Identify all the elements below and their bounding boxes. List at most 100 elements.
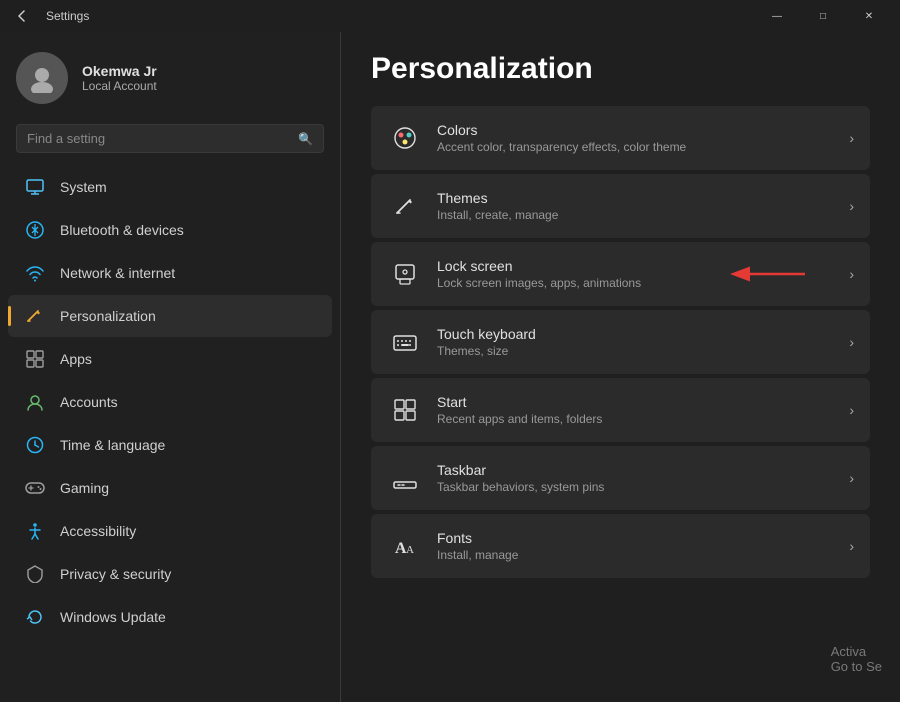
- settings-item-colors-left: Colors Accent color, transparency effect…: [387, 120, 686, 156]
- settings-item-touch-keyboard[interactable]: Touch keyboard Themes, size ›: [371, 310, 870, 374]
- settings-item-themes-text: Themes Install, create, manage: [437, 190, 558, 222]
- search-icon: 🔍: [298, 132, 313, 146]
- sidebar-item-time-label: Time & language: [60, 437, 165, 453]
- touch-keyboard-icon: [387, 324, 423, 360]
- apps-icon: [24, 348, 46, 370]
- lock-screen-title: Lock screen: [437, 258, 641, 274]
- sidebar-item-privacy-label: Privacy & security: [60, 566, 171, 582]
- taskbar-desc: Taskbar behaviors, system pins: [437, 480, 604, 494]
- avatar: [16, 52, 68, 104]
- settings-item-touch-keyboard-left: Touch keyboard Themes, size: [387, 324, 536, 360]
- start-desc: Recent apps and items, folders: [437, 412, 602, 426]
- sidebar-item-accessibility-label: Accessibility: [60, 523, 136, 539]
- red-arrow-annotation: [720, 257, 810, 291]
- sidebar-item-system[interactable]: System: [8, 166, 332, 208]
- personalization-icon: [24, 305, 46, 327]
- themes-desc: Install, create, manage: [437, 208, 558, 222]
- sidebar-item-personalization[interactable]: Personalization: [8, 295, 332, 337]
- settings-item-fonts-left: A A Fonts Install, manage: [387, 528, 518, 564]
- maximize-button[interactable]: □: [800, 0, 846, 32]
- sidebar-item-apps[interactable]: Apps: [8, 338, 332, 380]
- colors-title: Colors: [437, 122, 686, 138]
- app-body: Okemwa Jr Local Account 🔍 System: [0, 32, 900, 702]
- sidebar-item-windows-update[interactable]: Windows Update: [8, 596, 332, 638]
- touch-keyboard-desc: Themes, size: [437, 344, 536, 358]
- settings-item-lock-screen-left: Lock screen Lock screen images, apps, an…: [387, 256, 641, 292]
- themes-chevron: ›: [849, 198, 854, 214]
- system-icon: [24, 176, 46, 198]
- colors-chevron: ›: [849, 130, 854, 146]
- taskbar-icon: [387, 460, 423, 496]
- windows-update-icon: [24, 606, 46, 628]
- sidebar-item-bluetooth[interactable]: Bluetooth & devices: [8, 209, 332, 251]
- touch-keyboard-title: Touch keyboard: [437, 326, 536, 342]
- colors-desc: Accent color, transparency effects, colo…: [437, 140, 686, 154]
- settings-item-taskbar-left: Taskbar Taskbar behaviors, system pins: [387, 460, 604, 496]
- bluetooth-icon: [24, 219, 46, 241]
- lock-screen-icon: [387, 256, 423, 292]
- time-icon: [24, 434, 46, 456]
- user-name: Okemwa Jr: [82, 63, 157, 79]
- taskbar-chevron: ›: [849, 470, 854, 486]
- themes-title: Themes: [437, 190, 558, 206]
- user-section: Okemwa Jr Local Account: [0, 32, 340, 120]
- start-icon: [387, 392, 423, 428]
- sidebar-item-gaming[interactable]: Gaming: [8, 467, 332, 509]
- touch-keyboard-chevron: ›: [849, 334, 854, 350]
- sidebar-item-bluetooth-label: Bluetooth & devices: [60, 222, 184, 238]
- sidebar-item-personalization-label: Personalization: [60, 308, 156, 324]
- settings-item-themes-left: Themes Install, create, manage: [387, 188, 558, 224]
- lock-screen-chevron: ›: [849, 266, 854, 282]
- content-area: Personalization Colors Acce: [341, 32, 900, 702]
- network-icon: [24, 262, 46, 284]
- settings-item-start-left: Start Recent apps and items, folders: [387, 392, 602, 428]
- settings-item-fonts-text: Fonts Install, manage: [437, 530, 518, 562]
- user-info: Okemwa Jr Local Account: [82, 63, 157, 93]
- sidebar-item-network[interactable]: Network & internet: [8, 252, 332, 294]
- sidebar-item-system-label: System: [60, 179, 107, 195]
- colors-icon: [387, 120, 423, 156]
- minimize-button[interactable]: —: [754, 0, 800, 32]
- svg-text:A: A: [406, 544, 414, 556]
- settings-item-start-text: Start Recent apps and items, folders: [437, 394, 602, 426]
- user-role: Local Account: [82, 79, 157, 93]
- gaming-icon: [24, 477, 46, 499]
- sidebar-nav: System Bluetooth & devices: [0, 165, 340, 639]
- sidebar-item-accounts-label: Accounts: [60, 394, 118, 410]
- settings-item-colors[interactable]: Colors Accent color, transparency effect…: [371, 106, 870, 170]
- fonts-chevron: ›: [849, 538, 854, 554]
- watermark: Activa Go to Se: [831, 644, 882, 674]
- lock-screen-desc: Lock screen images, apps, animations: [437, 276, 641, 290]
- settings-item-themes[interactable]: Themes Install, create, manage ›: [371, 174, 870, 238]
- sidebar-item-privacy[interactable]: Privacy & security: [8, 553, 332, 595]
- app-title: Settings: [46, 9, 89, 23]
- settings-item-taskbar[interactable]: Taskbar Taskbar behaviors, system pins ›: [371, 446, 870, 510]
- settings-item-fonts[interactable]: A A Fonts Install, manage ›: [371, 514, 870, 578]
- back-button[interactable]: [8, 2, 36, 30]
- fonts-title: Fonts: [437, 530, 518, 546]
- watermark-line2: Go to Se: [831, 659, 882, 674]
- page-title: Personalization: [371, 52, 870, 86]
- window-controls: — □ ✕: [754, 0, 892, 32]
- start-chevron: ›: [849, 402, 854, 418]
- fonts-icon: A A: [387, 528, 423, 564]
- settings-item-lock-screen[interactable]: Lock screen Lock screen images, apps, an…: [371, 242, 870, 306]
- title-bar: Settings — □ ✕: [0, 0, 900, 32]
- start-title: Start: [437, 394, 602, 410]
- fonts-desc: Install, manage: [437, 548, 518, 562]
- settings-list: Colors Accent color, transparency effect…: [371, 106, 870, 578]
- search-input[interactable]: [27, 131, 290, 146]
- sidebar-item-apps-label: Apps: [60, 351, 92, 367]
- sidebar-item-time[interactable]: Time & language: [8, 424, 332, 466]
- title-bar-left: Settings: [8, 2, 89, 30]
- settings-item-lock-screen-text: Lock screen Lock screen images, apps, an…: [437, 258, 641, 290]
- close-button[interactable]: ✕: [846, 0, 892, 32]
- settings-item-start[interactable]: Start Recent apps and items, folders ›: [371, 378, 870, 442]
- sidebar-item-accounts[interactable]: Accounts: [8, 381, 332, 423]
- sidebar-item-network-label: Network & internet: [60, 265, 175, 281]
- themes-icon: [387, 188, 423, 224]
- search-box[interactable]: 🔍: [16, 124, 324, 153]
- taskbar-title: Taskbar: [437, 462, 604, 478]
- sidebar-item-accessibility[interactable]: Accessibility: [8, 510, 332, 552]
- settings-item-touch-keyboard-text: Touch keyboard Themes, size: [437, 326, 536, 358]
